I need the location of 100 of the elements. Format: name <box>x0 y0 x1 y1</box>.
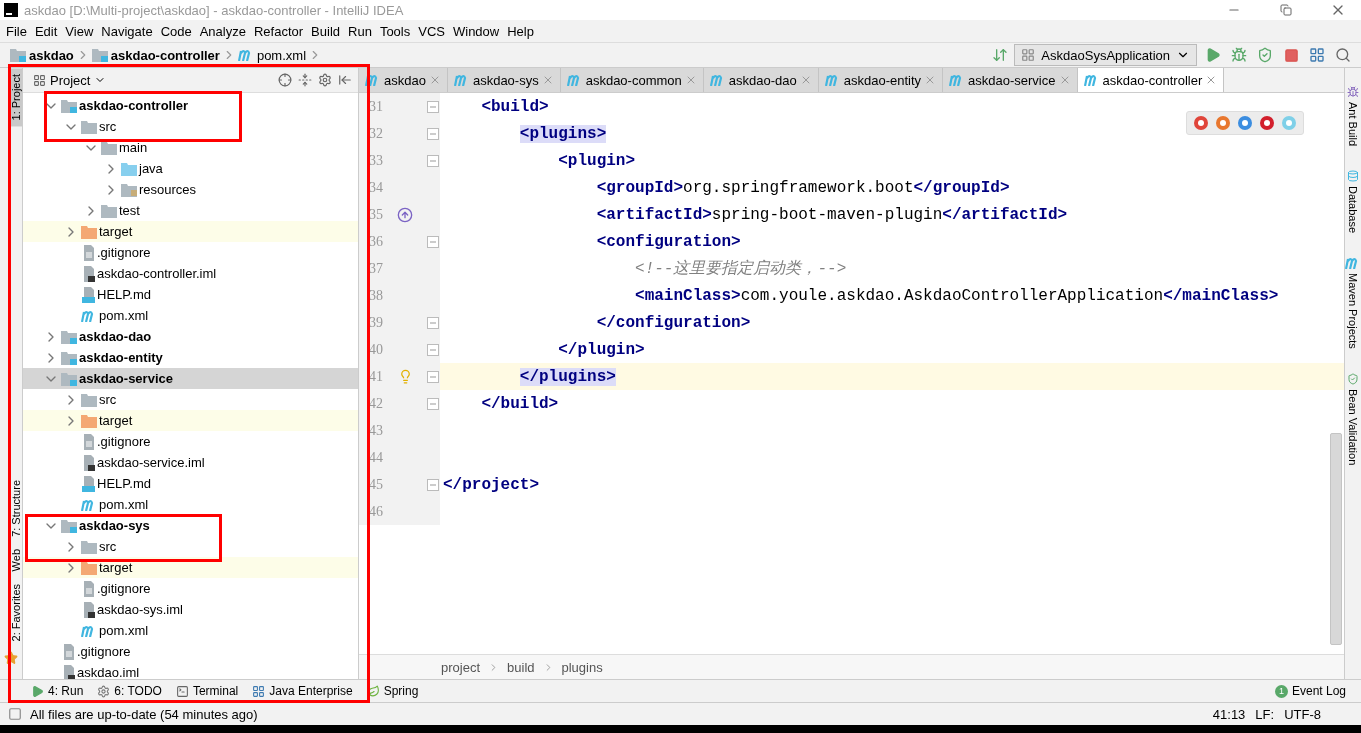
tree-row[interactable]: pom.xml <box>63 494 149 515</box>
menu-item[interactable]: Tools <box>375 20 415 42</box>
menu-item[interactable]: Refactor <box>249 20 308 42</box>
tree-row[interactable]: askdao.iml <box>43 662 140 679</box>
tool-window-tab[interactable]: Bean Validation <box>1347 366 1359 472</box>
tool-window-button[interactable]: Spring <box>361 684 424 698</box>
breadcrumb[interactable]: project <box>441 659 481 675</box>
tree-row[interactable]: askdao-sys <box>43 515 150 536</box>
menu-item[interactable]: Run <box>344 20 376 42</box>
tool-window-tab[interactable]: Ant Build <box>1347 80 1359 153</box>
stop-icon[interactable] <box>1283 47 1299 63</box>
menu-item[interactable]: Edit <box>30 20 62 42</box>
file-encoding[interactable]: UTF-8 <box>1284 706 1321 722</box>
run-icon[interactable] <box>1205 47 1221 63</box>
menu-item[interactable]: Build <box>307 20 344 42</box>
tree-row[interactable]: HELP.md <box>63 284 151 305</box>
run-configuration-dropdown[interactable]: AskdaoSysApplication <box>1014 44 1197 66</box>
browser-icon[interactable] <box>1215 115 1231 131</box>
tree-row[interactable]: pom.xml <box>63 305 149 326</box>
tree-row[interactable]: java <box>103 158 163 179</box>
tool-window-tab[interactable]: Web <box>9 543 22 578</box>
settings-icon[interactable] <box>318 73 332 87</box>
fold-marker-icon[interactable] <box>427 316 439 329</box>
tree-row[interactable]: HELP.md <box>63 473 151 494</box>
tree-row[interactable]: src <box>63 389 117 410</box>
line-separator[interactable]: LF: <box>1255 706 1275 722</box>
fold-marker-icon[interactable] <box>427 235 439 248</box>
editor-tab[interactable]: askdao-common <box>560 68 704 92</box>
editor-tab[interactable]: askdao-dao <box>703 68 819 92</box>
editor-tab[interactable]: askdao-sys <box>447 68 561 92</box>
tree-row[interactable]: askdao-controller <box>43 95 189 116</box>
caret-position[interactable]: 41:13 <box>1212 706 1246 722</box>
tree-row[interactable]: .gitignore <box>63 242 151 263</box>
debug-icon[interactable] <box>1231 47 1247 63</box>
tree-row[interactable]: resources <box>103 179 197 200</box>
breadcrumb[interactable]: askdao-controller <box>89 47 222 63</box>
breadcrumb[interactable]: pom.xml <box>235 47 309 63</box>
tree-row[interactable]: main <box>83 137 148 158</box>
menu-item[interactable]: Navigate <box>97 20 157 42</box>
fold-marker-icon[interactable] <box>427 478 439 491</box>
fold-marker-icon[interactable] <box>427 100 439 113</box>
tool-window-tab[interactable]: 7: Structure <box>9 474 22 544</box>
tree-row[interactable]: pom.xml <box>63 620 149 641</box>
tree-row[interactable]: .gitignore <box>63 578 151 599</box>
fold-marker-icon[interactable] <box>427 343 439 356</box>
tree-row[interactable]: src <box>63 536 117 557</box>
editor-tab[interactable]: askdao-service <box>943 68 1078 92</box>
tree-row[interactable]: askdao-service <box>23 368 358 389</box>
tool-window-button[interactable]: Terminal <box>170 684 244 698</box>
tool-window-tab[interactable]: Database <box>1347 164 1359 240</box>
fold-marker-icon[interactable] <box>427 370 439 383</box>
tree-row[interactable]: src <box>63 116 117 137</box>
tree-row[interactable]: target <box>23 221 358 242</box>
browser-icon[interactable] <box>1259 115 1275 131</box>
browser-icon[interactable] <box>1193 115 1209 131</box>
editor-tab[interactable]: askdao <box>359 68 448 92</box>
menu-item[interactable]: Analyze <box>195 20 250 42</box>
tree-row[interactable]: askdao-service.iml <box>63 452 205 473</box>
breadcrumb[interactable]: plugins <box>561 659 603 675</box>
browser-icon[interactable] <box>1237 115 1253 131</box>
tree-row[interactable]: test <box>83 200 140 221</box>
sort-icon[interactable] <box>992 47 1009 63</box>
breadcrumb[interactable]: build <box>507 659 535 675</box>
event-log-button[interactable]: 1 Event Log <box>1269 684 1351 698</box>
tool-window-button[interactable]: 4: Run <box>26 684 89 698</box>
menu-item[interactable]: Code <box>156 20 196 42</box>
project-structure-icon[interactable] <box>1309 47 1325 63</box>
menu-item[interactable]: VCS <box>414 20 449 42</box>
breadcrumb[interactable]: askdao <box>8 47 76 63</box>
menu-item[interactable]: Window <box>448 20 504 42</box>
tree-row[interactable]: askdao-entity <box>43 347 163 368</box>
editor-tab[interactable]: askdao-entity <box>818 68 944 92</box>
locate-icon[interactable] <box>278 73 292 87</box>
tree-row[interactable]: askdao-controller.iml <box>63 263 217 284</box>
tool-window-button[interactable]: Java Enterprise <box>247 684 358 698</box>
menu-item[interactable]: View <box>61 20 98 42</box>
menu-item[interactable]: File <box>2 20 31 42</box>
tree-row[interactable]: askdao-sys.iml <box>63 599 183 620</box>
editor-tab[interactable]: askdao-controller <box>1077 68 1225 92</box>
view-selector-dropdown[interactable]: Project <box>29 72 111 88</box>
fold-marker-icon[interactable] <box>427 397 439 410</box>
status-icon[interactable] <box>8 707 22 721</box>
scrollbar-thumb[interactable] <box>1330 433 1342 645</box>
hide-panel-icon[interactable] <box>338 73 352 87</box>
fold-marker-icon[interactable] <box>427 154 439 167</box>
tree-row[interactable]: askdao-dao <box>43 326 152 347</box>
menu-item[interactable]: Help <box>503 20 538 42</box>
tree-row[interactable]: .gitignore <box>63 431 151 452</box>
search-icon[interactable] <box>1335 47 1351 63</box>
collapse-all-icon[interactable] <box>298 73 312 87</box>
tool-window-button[interactable]: 6: TODO <box>92 684 167 698</box>
fold-marker-icon[interactable] <box>427 127 439 140</box>
tool-window-tab[interactable]: 2: Favorites <box>9 577 22 647</box>
override-marker-icon[interactable] <box>397 206 413 223</box>
tree-row[interactable]: .gitignore <box>43 641 131 662</box>
tree-item-label: askdao-entity <box>79 350 163 365</box>
code-line: <artifactId>spring-boot-maven-plugin</artifactId> <box>595 205 1068 224</box>
coverage-icon[interactable] <box>1257 47 1273 63</box>
tool-window-tab[interactable]: Maven Projects <box>1345 251 1361 355</box>
tree-row[interactable]: target <box>23 410 358 431</box>
